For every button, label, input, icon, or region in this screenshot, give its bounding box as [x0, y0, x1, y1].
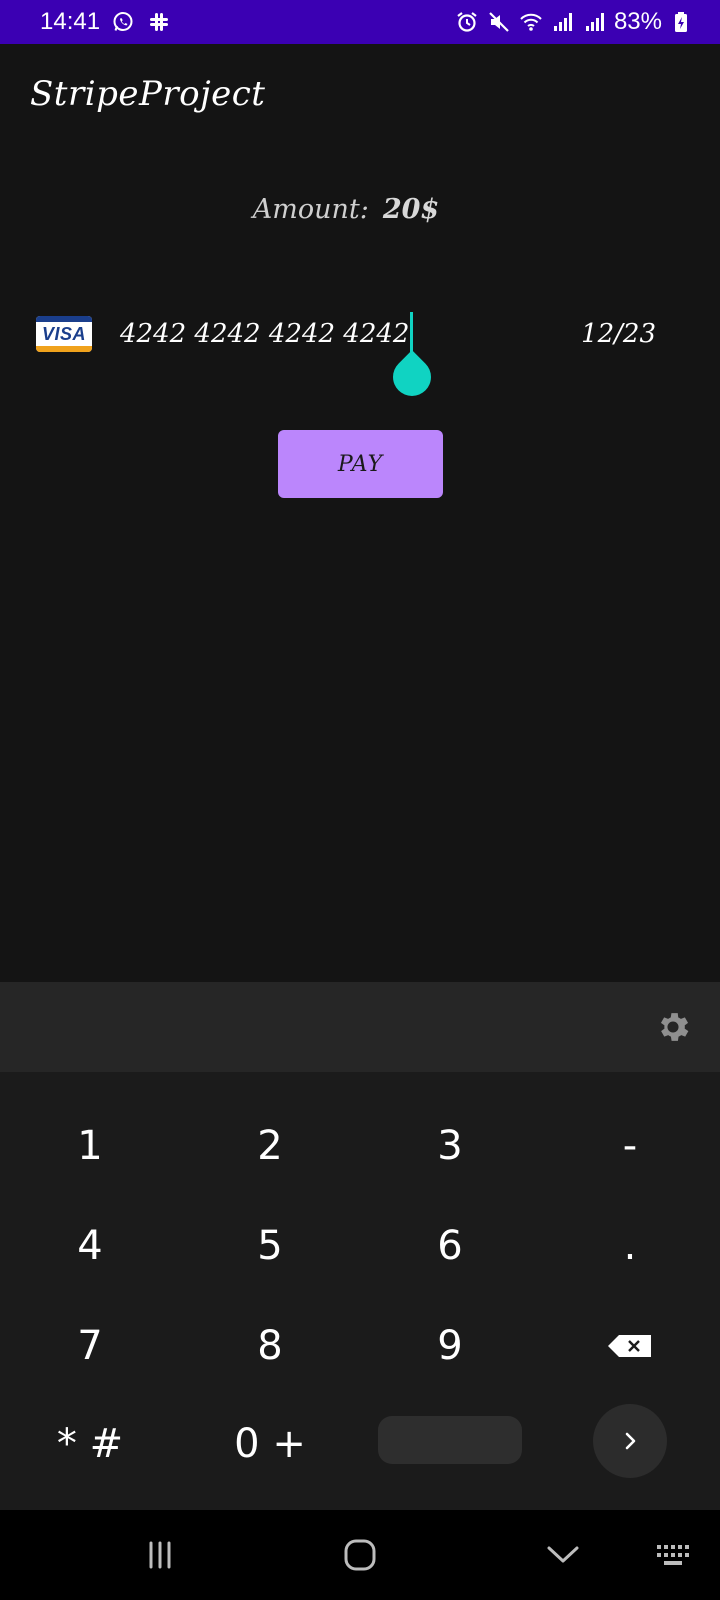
key-5[interactable]: 5: [190, 1198, 350, 1294]
visa-band-top: [36, 316, 92, 322]
chevron-down-icon: [547, 1546, 579, 1563]
pay-button[interactable]: PAY: [278, 430, 443, 498]
key-6[interactable]: 6: [370, 1198, 530, 1294]
card-brand: VISA: [41, 324, 86, 344]
text-cursor: [385, 312, 440, 404]
key-1[interactable]: 1: [10, 1098, 170, 1194]
key-7[interactable]: 7: [10, 1298, 170, 1394]
key-dot[interactable]: .: [550, 1198, 710, 1294]
key-9[interactable]: 9: [370, 1298, 530, 1394]
alarm-icon: [454, 9, 480, 35]
key-8[interactable]: 8: [190, 1298, 350, 1394]
gear-icon[interactable]: [654, 1008, 692, 1046]
status-bar: 14:41 83%: [0, 0, 720, 44]
key-dash[interactable]: -: [550, 1098, 710, 1194]
key-star-hash[interactable]: * #: [10, 1396, 170, 1492]
amount-row: Amount: 20$: [0, 194, 720, 225]
key-2[interactable]: 2: [190, 1098, 350, 1194]
amount-value: 20$: [382, 194, 440, 225]
signal-icon: [550, 9, 576, 35]
slack-icon: [146, 9, 172, 35]
card-input-widget[interactable]: VISA 4242 4242 4242 4242 12/23: [36, 310, 656, 404]
battery-percent: 83%: [613, 8, 662, 35]
backspace-icon: [608, 1335, 651, 1357]
keyboard-switch-button[interactable]: [645, 1532, 705, 1578]
status-right: 83%: [454, 8, 694, 36]
signal-icon: [582, 9, 608, 35]
go-key[interactable]: [593, 1404, 667, 1478]
space-key[interactable]: [378, 1416, 522, 1464]
card-number-field[interactable]: 4242 4242 4242 4242: [120, 319, 409, 349]
mute-icon: [486, 9, 512, 35]
key-4[interactable]: 4: [10, 1198, 170, 1294]
cursor-handle[interactable]: [385, 350, 440, 404]
recent-apps-button[interactable]: [130, 1532, 190, 1578]
chevron-right-icon: [625, 1432, 636, 1450]
screen: 14:41 83% StripeProject Amount: 20$ VISA…: [0, 0, 720, 1600]
recent-apps-icon: [149, 1541, 171, 1569]
home-icon: [344, 1539, 376, 1571]
battery-charging-icon: [668, 9, 694, 35]
key-zero-plus[interactable]: 0 +: [190, 1396, 350, 1492]
whatsapp-icon: [110, 9, 136, 35]
backspace-key[interactable]: [550, 1298, 710, 1394]
wifi-icon: [518, 9, 544, 35]
visa-band-bottom: [36, 346, 92, 352]
status-time: 14:41: [40, 8, 101, 35]
keyboard-icon: [657, 1545, 689, 1565]
visa-card-icon: VISA: [36, 316, 92, 352]
keyboard-toolbar: [0, 982, 720, 1072]
status-left: 14:41: [40, 8, 172, 36]
navigation-bar: [0, 1510, 720, 1600]
home-button[interactable]: [330, 1532, 390, 1578]
amount-label: Amount:: [252, 194, 369, 225]
numeric-keyboard: 1 2 3 - 4 5 6 . 7 8 9 * # 0 +: [0, 1072, 720, 1510]
back-button[interactable]: [533, 1532, 593, 1578]
app-title: StripeProject: [30, 74, 266, 114]
key-3[interactable]: 3: [370, 1098, 530, 1194]
cursor-line: [410, 312, 414, 352]
card-expiry-field[interactable]: 12/23: [581, 319, 656, 349]
